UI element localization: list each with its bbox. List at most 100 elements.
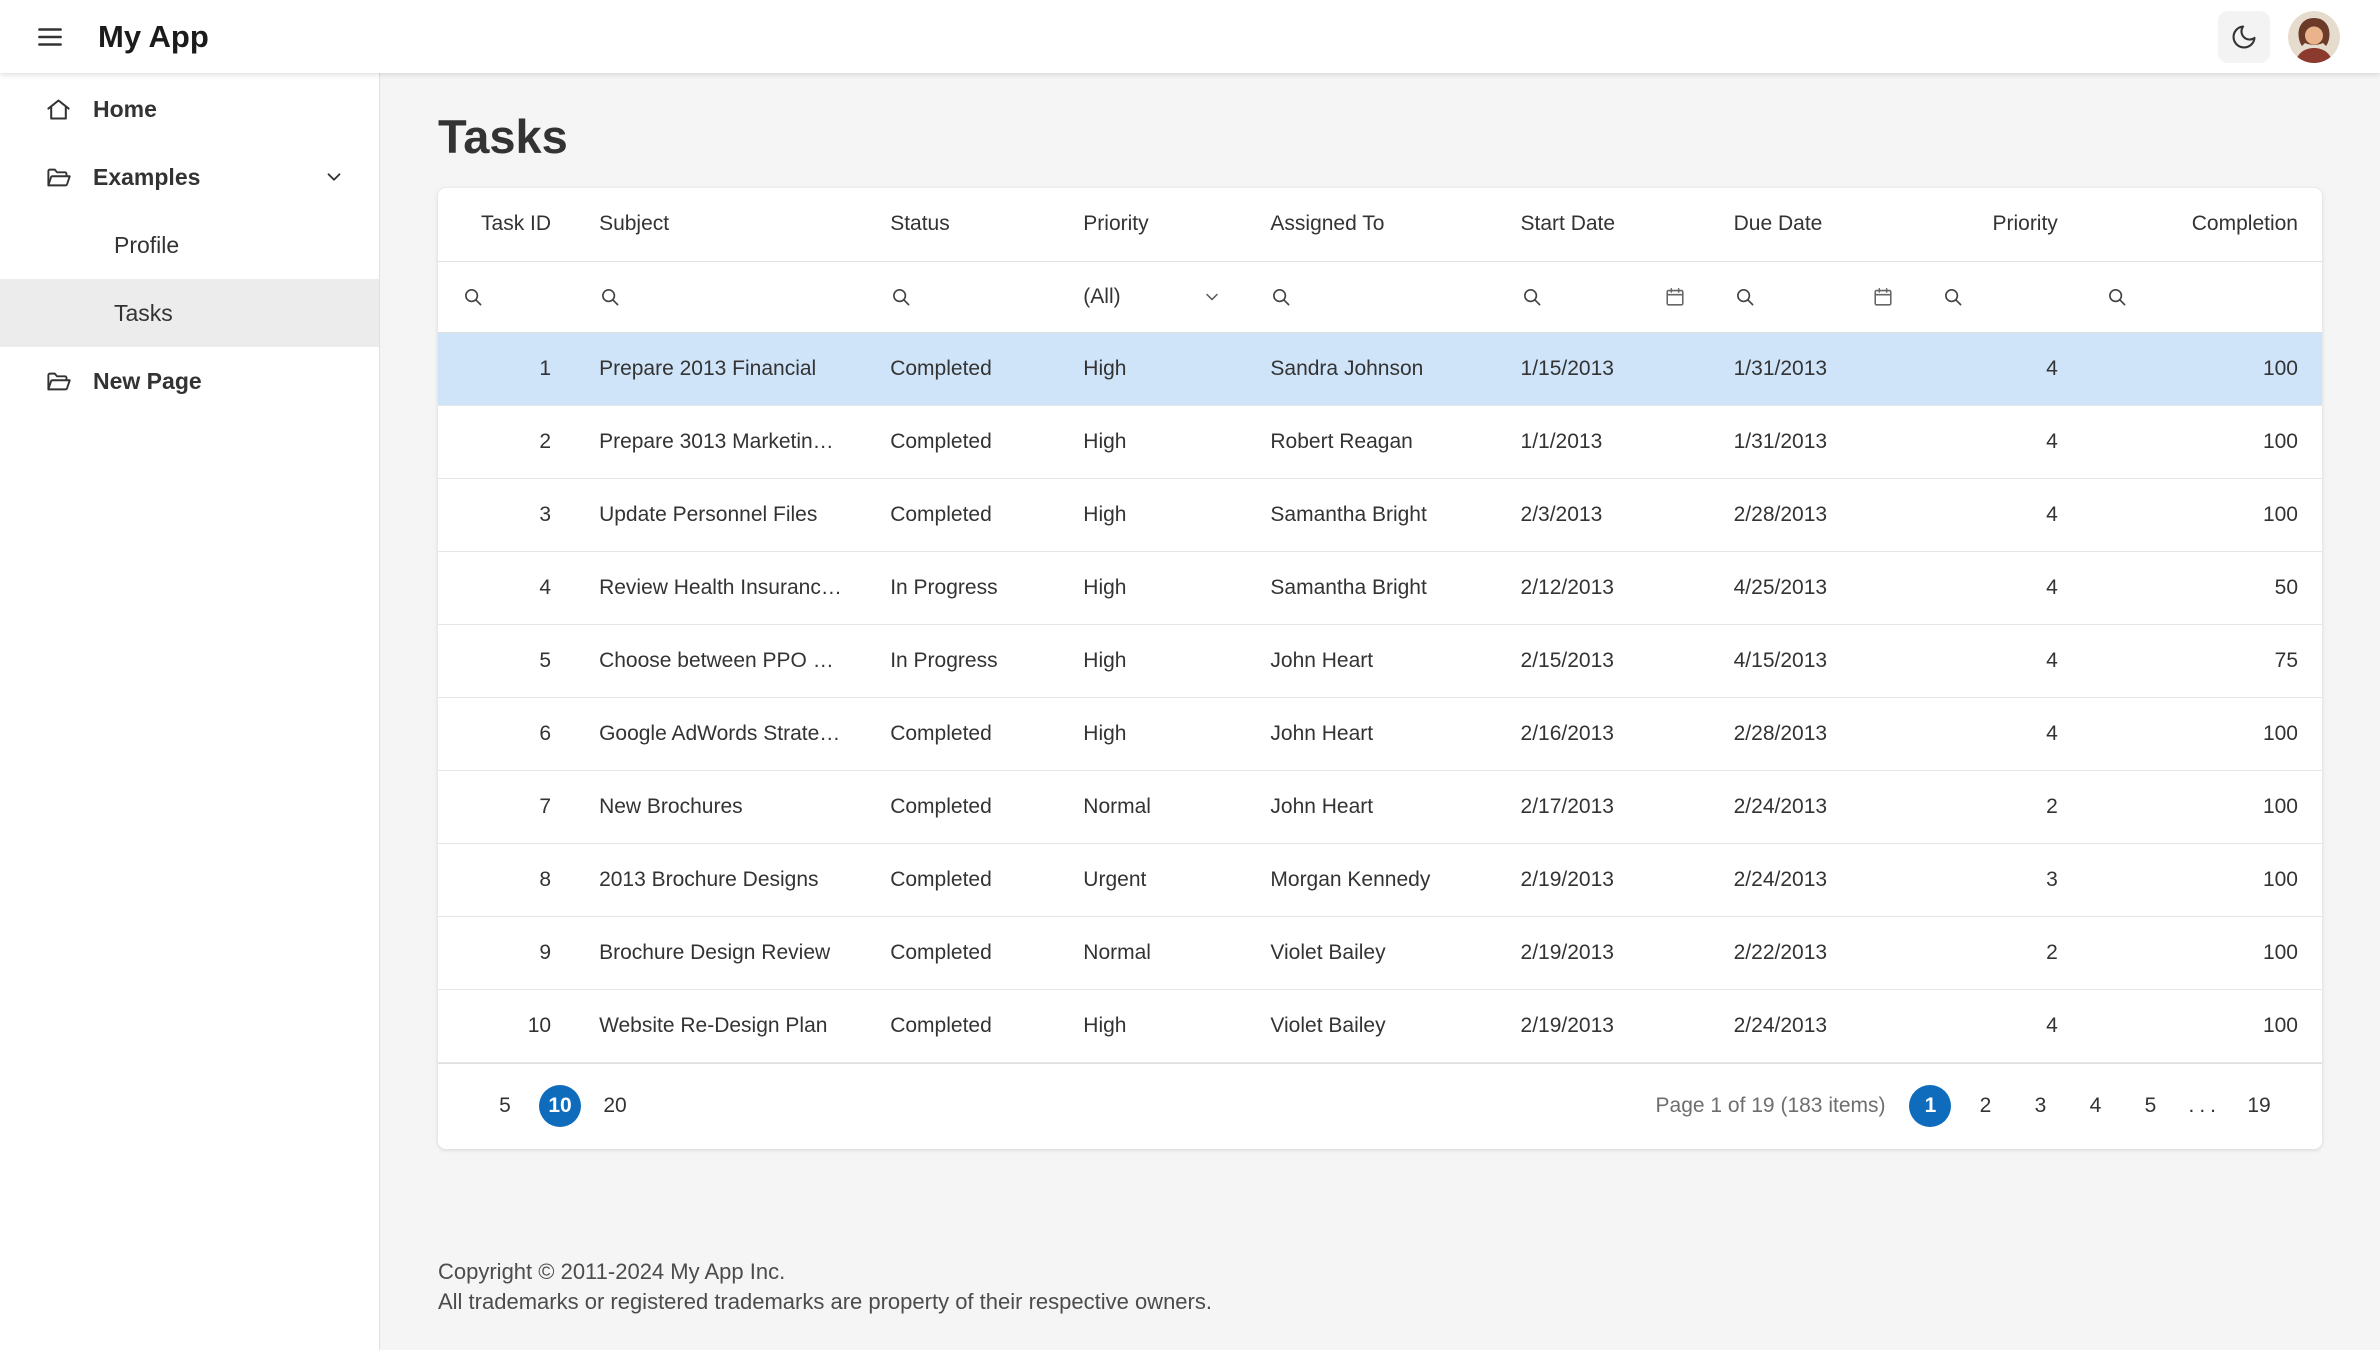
tasks-data-grid: Task ID Subject Status Priority Assigned… xyxy=(438,188,2322,1149)
sidebar-item-label: Examples xyxy=(93,163,201,190)
chevron-down-icon xyxy=(1202,287,1222,307)
column-header-due-date[interactable]: Due Date xyxy=(1709,188,1918,262)
grid-cell: 10 xyxy=(438,989,576,1063)
grid-cell: 2 xyxy=(1917,770,2082,844)
pager: 5 10 20 Page 1 of 19 (183 items) 1 2 3 4 5... 1… xyxy=(438,1062,2322,1149)
column-header-subject[interactable]: Subject xyxy=(575,188,867,262)
table-row[interactable]: 2 Prepare 3013 Marketin… Completed High Robe… xyxy=(438,405,2322,479)
page-title: Tasks xyxy=(438,110,568,163)
sidebar-item-home[interactable]: Home xyxy=(0,75,379,143)
table-row[interactable]: 7 New Brochures Completed Normal John Heart 2… xyxy=(438,770,2322,844)
grid-cell: 100 xyxy=(2081,770,2322,844)
grid-cell: 2/19/2013 xyxy=(1496,989,1710,1063)
theme-toggle-button[interactable] xyxy=(2218,10,2270,63)
filter-priority-select[interactable]: (All) xyxy=(1059,261,1247,333)
grid-cell: 8 xyxy=(438,843,576,917)
grid-cell: John Heart xyxy=(1246,770,1497,844)
grid-cell: 2/19/2013 xyxy=(1496,843,1710,917)
filter-task-id[interactable] xyxy=(438,261,576,333)
search-icon xyxy=(2106,286,2128,308)
search-icon xyxy=(1734,286,1756,308)
page-button[interactable]: 1 xyxy=(1909,1085,1952,1127)
filter-status[interactable] xyxy=(866,261,1060,333)
grid-cell: 2/24/2013 xyxy=(1709,843,1918,917)
user-avatar[interactable] xyxy=(2288,10,2340,63)
grid-cell: Normal xyxy=(1059,770,1247,844)
grid-cell: 100 xyxy=(2081,843,2322,917)
grid-cell: John Heart xyxy=(1246,697,1497,771)
table-row[interactable]: 3 Update Personnel Files Completed High Sama… xyxy=(438,478,2322,552)
table-row[interactable]: 4 Review Health Insuranc… In Progress High S… xyxy=(438,551,2322,625)
table-row[interactable]: 6 Google AdWords Strate… Completed High John… xyxy=(438,697,2322,771)
grid-cell: Morgan Kennedy xyxy=(1246,843,1497,917)
page-button[interactable]: 19 xyxy=(2238,1085,2280,1127)
sidebar-item-new-page[interactable]: New Page xyxy=(0,347,379,415)
grid-cell: Prepare 2013 Financial xyxy=(575,332,867,406)
table-row[interactable]: 10 Website Re-Design Plan Completed High Vio… xyxy=(438,989,2322,1063)
folder-open-icon xyxy=(45,164,72,191)
sidebar-item-tasks[interactable]: Tasks xyxy=(0,279,379,347)
sidebar-item-profile[interactable]: Profile xyxy=(0,211,379,279)
table-row[interactable]: 1 Prepare 2013 Financial Completed High Sand… xyxy=(438,332,2322,406)
page-size-option[interactable]: 10 xyxy=(539,1085,581,1127)
filter-priority-num[interactable] xyxy=(1917,261,2082,333)
grid-cell: Completed xyxy=(866,989,1060,1063)
grid-cell: 7 xyxy=(438,770,576,844)
grid-cell: 100 xyxy=(2081,405,2322,479)
column-header-assigned-to[interactable]: Assigned To xyxy=(1246,188,1497,262)
sidebar-item-label: Profile xyxy=(114,231,180,258)
grid-cell: 2/15/2013 xyxy=(1496,624,1710,698)
app-title: My App xyxy=(98,18,209,54)
filter-due-date[interactable] xyxy=(1709,261,1918,333)
calendar-icon[interactable] xyxy=(1664,286,1686,308)
column-header-status[interactable]: Status xyxy=(866,188,1060,262)
column-header-priority[interactable]: Priority xyxy=(1059,188,1247,262)
filter-completion[interactable] xyxy=(2081,261,2322,333)
grid-cell: 4 xyxy=(438,551,576,625)
page-size-option[interactable]: 20 xyxy=(594,1085,636,1127)
filter-assigned-to[interactable] xyxy=(1246,261,1497,333)
grid-cell: Choose between PPO a… xyxy=(575,624,867,698)
table-row[interactable]: 5 Choose between PPO a… In Progress High Joh… xyxy=(438,624,2322,698)
grid-cell: 4 xyxy=(1917,551,2082,625)
page-button[interactable]: 4 xyxy=(2074,1085,2116,1127)
column-header-task-id[interactable]: Task ID xyxy=(438,188,576,262)
grid-cell: Completed xyxy=(866,332,1060,406)
sidebar-item-label: Home xyxy=(93,95,157,122)
grid-cell: 1 xyxy=(438,332,576,406)
grid-cell: High xyxy=(1059,551,1247,625)
menu-toggle-button[interactable] xyxy=(26,13,74,61)
page-size-option[interactable]: 5 xyxy=(484,1085,526,1127)
sidebar-item-examples[interactable]: Examples xyxy=(0,143,379,211)
filter-subject[interactable] xyxy=(575,261,867,333)
column-header-start-date[interactable]: Start Date xyxy=(1496,188,1710,262)
grid-cell: Update Personnel Files xyxy=(575,478,867,552)
grid-cell: High xyxy=(1059,624,1247,698)
grid-cell: 100 xyxy=(2081,916,2322,990)
grid-cell: High xyxy=(1059,989,1247,1063)
column-header-completion[interactable]: Completion xyxy=(2081,188,2322,262)
page-navigator: 1 2 3 4 5... 19 xyxy=(1909,1085,2280,1127)
page-button[interactable]: 3 xyxy=(2019,1085,2061,1127)
grid-cell: 100 xyxy=(2081,989,2322,1063)
grid-cell: In Progress xyxy=(866,551,1060,625)
grid-cell: 4 xyxy=(1917,405,2082,479)
grid-cell: Violet Bailey xyxy=(1246,916,1497,990)
grid-cell: Completed xyxy=(866,916,1060,990)
page-button[interactable]: 2 xyxy=(1964,1085,2006,1127)
table-row[interactable]: 9 Brochure Design Review Completed Normal Vi… xyxy=(438,916,2322,990)
table-row[interactable]: 8 2013 Brochure Designs Completed Urgent Mor… xyxy=(438,843,2322,917)
calendar-icon[interactable] xyxy=(1872,286,1894,308)
priority-filter-value: (All) xyxy=(1083,284,1121,308)
page-button[interactable]: 5 xyxy=(2129,1085,2171,1127)
grid-cell: 2/28/2013 xyxy=(1709,697,1918,771)
grid-cell: 1/15/2013 xyxy=(1496,332,1710,406)
grid-body: 1 Prepare 2013 Financial Completed High Sand… xyxy=(438,332,2322,1063)
column-header-priority-num[interactable]: Priority xyxy=(1917,188,2082,262)
grid-cell: Violet Bailey xyxy=(1246,989,1497,1063)
filter-start-date[interactable] xyxy=(1496,261,1710,333)
search-icon xyxy=(890,286,912,308)
grid-cell: Google AdWords Strate… xyxy=(575,697,867,771)
grid-cell: 4 xyxy=(1917,332,2082,406)
grid-cell: 2/24/2013 xyxy=(1709,770,1918,844)
